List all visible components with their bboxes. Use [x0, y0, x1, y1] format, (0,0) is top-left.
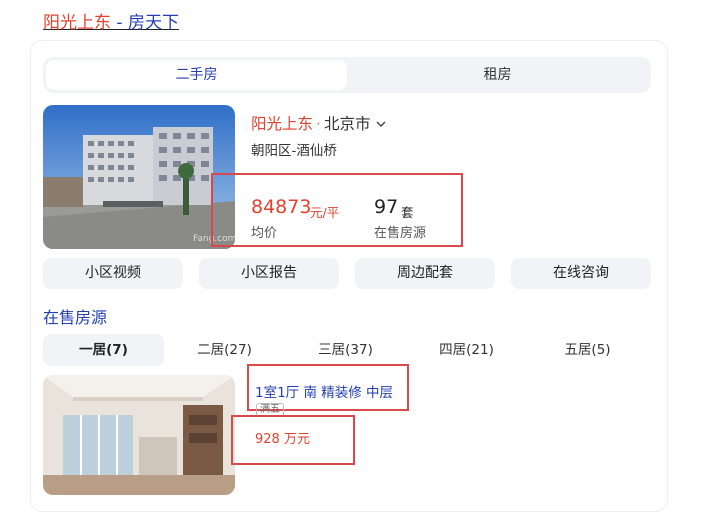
filter-5-room[interactable]: 五居(5): [527, 334, 648, 366]
filter-1-room[interactable]: 一居(7): [43, 334, 164, 366]
tab-second-hand[interactable]: 二手房: [46, 60, 347, 90]
community-report-button[interactable]: 小区报告: [199, 258, 339, 289]
community-photo-image: Fang.com: [43, 105, 235, 249]
listing-count-label: 在售房源: [374, 226, 427, 241]
chevron-down-icon[interactable]: [374, 117, 388, 131]
tab-rent[interactable]: 租房: [347, 60, 648, 90]
community-name: 阳光上东: [251, 115, 314, 133]
name-separator: ·: [316, 115, 321, 133]
listing-photo-image: [43, 375, 235, 495]
community-video-button[interactable]: 小区视频: [43, 258, 183, 289]
filter-3-room[interactable]: 三居(37): [285, 334, 406, 366]
listing-type-tabs: 二手房 租房: [43, 57, 651, 93]
listing-price: 928 万元: [255, 432, 310, 447]
avg-price-value: 84873: [251, 196, 312, 218]
community-header[interactable]: 阳光上东 · 北京市: [251, 112, 388, 134]
listing-count-unit: 套: [401, 205, 414, 220]
title-site: - 房天下: [111, 13, 179, 33]
avg-price-unit: 元/平: [310, 205, 340, 220]
listing-photo[interactable]: [43, 375, 235, 495]
community-photo[interactable]: Fang.com: [43, 105, 235, 249]
listing-count-value: 97: [374, 196, 399, 218]
page-title-link[interactable]: 阳光上东 - 房天下: [43, 8, 179, 33]
listing-title[interactable]: 1室1厅 南 精装修 中层: [255, 381, 393, 401]
section-title: 在售房源: [43, 308, 108, 327]
online-consult-button[interactable]: 在线咨询: [511, 258, 651, 289]
filter-4-room[interactable]: 四居(21): [406, 334, 527, 366]
nearby-facilities-button[interactable]: 周边配套: [355, 258, 495, 289]
title-highlight: 阳光上东: [43, 13, 111, 33]
district-label: 朝阳区-酒仙桥: [251, 143, 337, 159]
city-label: 北京市: [323, 115, 371, 133]
avg-price-label: 均价: [251, 226, 278, 241]
filter-2-room[interactable]: 二居(27): [164, 334, 285, 366]
